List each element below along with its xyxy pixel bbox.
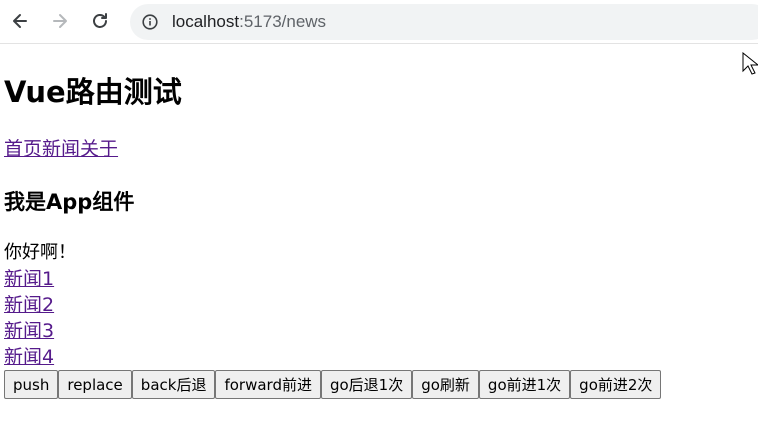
list-item: 新闻1: [4, 266, 54, 292]
greeting-text: 你好啊！: [4, 242, 76, 263]
page-content: Vue路由测试 首页新闻关于 我是App组件 你好啊！ 新闻1 新闻2 新闻3 …: [4, 44, 758, 427]
list-item: 新闻4: [4, 344, 54, 370]
nav-link-home[interactable]: 首页: [4, 138, 42, 160]
forward-arrow-icon: [53, 14, 67, 28]
forward-history-button[interactable]: forward前进: [215, 370, 321, 399]
url-text[interactable]: localhost:5173/news: [172, 12, 326, 32]
component-heading: 我是App组件: [4, 190, 135, 214]
nav-link-news[interactable]: 新闻: [42, 138, 80, 160]
push-button[interactable]: push: [4, 370, 59, 399]
nav-link-about[interactable]: 关于: [80, 138, 118, 160]
reload-icon: [93, 13, 107, 28]
back-button[interactable]: [8, 9, 32, 33]
info-icon[interactable]: [142, 14, 158, 30]
url-host: localhost: [172, 12, 240, 31]
replace-button[interactable]: replace: [58, 370, 132, 399]
list-item: 新闻3: [4, 318, 54, 344]
news-list: 新闻1 新闻2 新闻3 新闻4: [4, 266, 54, 370]
news-link-2[interactable]: 新闻2: [4, 294, 54, 316]
address-bar[interactable]: localhost:5173/news: [130, 4, 758, 40]
back-history-button[interactable]: back后退: [131, 370, 216, 399]
news-link-1[interactable]: 新闻1: [4, 268, 54, 290]
list-item: 新闻2: [4, 292, 54, 318]
url-path: :5173/news: [239, 12, 327, 31]
go-forward-1-button[interactable]: go前进1次: [478, 370, 571, 399]
news-link-3[interactable]: 新闻3: [4, 320, 54, 342]
go-forward-2-button[interactable]: go前进2次: [570, 370, 662, 399]
page-title: Vue路由测试: [4, 75, 182, 109]
router-button-row: push replace back后退 forward前进 go后退1次 go刷…: [4, 370, 662, 399]
mouse-cursor-icon: [742, 52, 758, 75]
back-arrow-icon: [13, 14, 27, 28]
go-refresh-button[interactable]: go刷新: [412, 370, 479, 399]
router-nav: 首页新闻关于: [4, 137, 118, 161]
news-link-4[interactable]: 新闻4: [4, 346, 54, 368]
forward-button[interactable]: [48, 9, 72, 33]
go-back-1-button[interactable]: go后退1次: [320, 370, 413, 399]
reload-button[interactable]: [88, 9, 112, 33]
browser-toolbar: localhost:5173/news: [0, 0, 758, 44]
